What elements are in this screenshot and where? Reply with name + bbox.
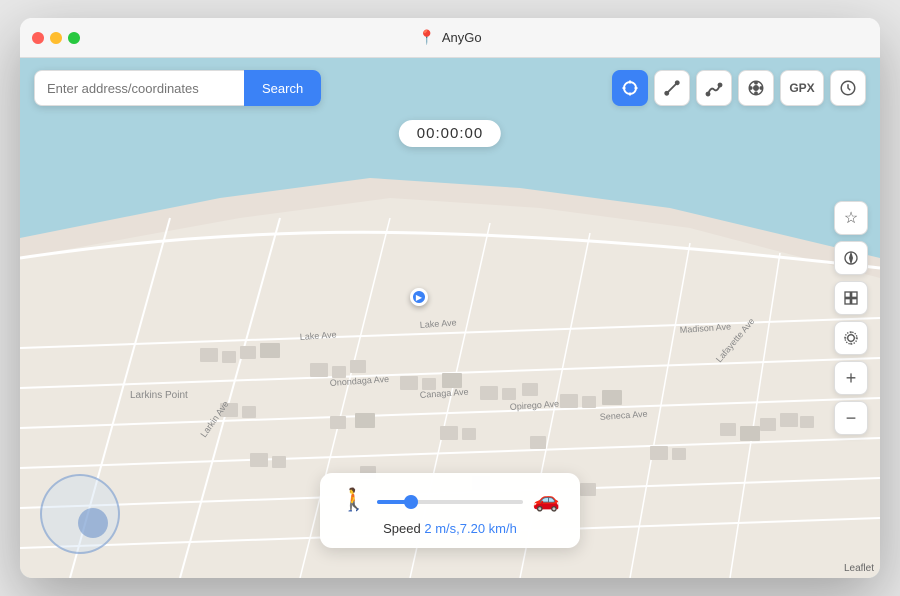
app-window: 📍 AnyGo xyxy=(20,18,880,578)
zoom-in-icon: + xyxy=(846,368,857,389)
toolbar: Search xyxy=(20,70,880,106)
right-tools: GPX xyxy=(612,70,866,106)
locate-icon xyxy=(843,330,859,346)
route-multi-button[interactable] xyxy=(696,70,732,106)
svg-text:Larkins Point: Larkins Point xyxy=(130,390,188,401)
route-straight-button[interactable] xyxy=(654,70,690,106)
history-button[interactable] xyxy=(830,70,866,106)
search-input[interactable] xyxy=(34,70,244,106)
layers-icon xyxy=(843,290,859,306)
joystick-inner[interactable] xyxy=(78,508,108,538)
zoom-out-icon: − xyxy=(846,408,857,429)
compass-button[interactable] xyxy=(834,241,868,275)
attribution-text: Leaflet xyxy=(844,563,874,574)
pin-icon: 📍 xyxy=(418,29,435,46)
timer-display: 00:00:00 xyxy=(417,125,483,142)
speed-text: Speed 2 m/s,7.20 km/h xyxy=(340,521,560,536)
traffic-lights xyxy=(32,32,80,44)
speed-label: Speed xyxy=(383,521,421,536)
speed-slider[interactable] xyxy=(377,500,522,504)
timer-badge: 00:00:00 xyxy=(399,120,501,147)
crosshair-tool-button[interactable] xyxy=(612,70,648,106)
app-title: 📍 AnyGo xyxy=(418,29,481,46)
crosshair-icon xyxy=(621,79,639,97)
joystick-control[interactable] xyxy=(40,474,120,554)
location-arrow-icon: ▶ xyxy=(416,293,422,302)
favorites-button[interactable]: ☆ xyxy=(834,201,868,235)
star-icon: ☆ xyxy=(844,208,858,228)
car-icon: 🚗 xyxy=(533,487,560,513)
gpx-button[interactable]: GPX xyxy=(780,70,824,106)
zoom-out-button[interactable]: − xyxy=(834,401,868,435)
compass-icon xyxy=(843,250,859,266)
layers-button[interactable] xyxy=(834,281,868,315)
speed-value: 2 m/s,7.20 km/h xyxy=(424,521,516,536)
search-group: Search xyxy=(34,70,321,106)
map-attribution: Leaflet xyxy=(844,563,874,574)
minimize-button[interactable] xyxy=(50,32,62,44)
locate-button[interactable] xyxy=(834,321,868,355)
joystick-icon xyxy=(747,79,765,97)
route-straight-icon xyxy=(663,79,681,97)
location-marker: ▶ xyxy=(410,288,428,306)
search-button[interactable]: Search xyxy=(244,70,321,106)
titlebar: 📍 AnyGo xyxy=(20,18,880,58)
zoom-in-button[interactable]: + xyxy=(834,361,868,395)
joystick-tool-button[interactable] xyxy=(738,70,774,106)
joystick-outer[interactable] xyxy=(40,474,120,554)
history-icon xyxy=(839,79,857,97)
speed-slider-wrap xyxy=(377,491,522,509)
app-name: AnyGo xyxy=(442,30,482,45)
maximize-button[interactable] xyxy=(68,32,80,44)
speed-panel: 🚶 🚗 Speed 2 m/s,7.20 km/h xyxy=(320,473,580,548)
right-sidebar: ☆ xyxy=(834,201,868,435)
route-multi-icon xyxy=(705,79,723,97)
map-area[interactable]: Lake Ave Lake Ave Onondaga Ave Canaga Av… xyxy=(20,58,880,578)
close-button[interactable] xyxy=(32,32,44,44)
walker-icon: 🚶 xyxy=(340,487,367,513)
speed-icons-row: 🚶 🚗 xyxy=(340,487,560,513)
